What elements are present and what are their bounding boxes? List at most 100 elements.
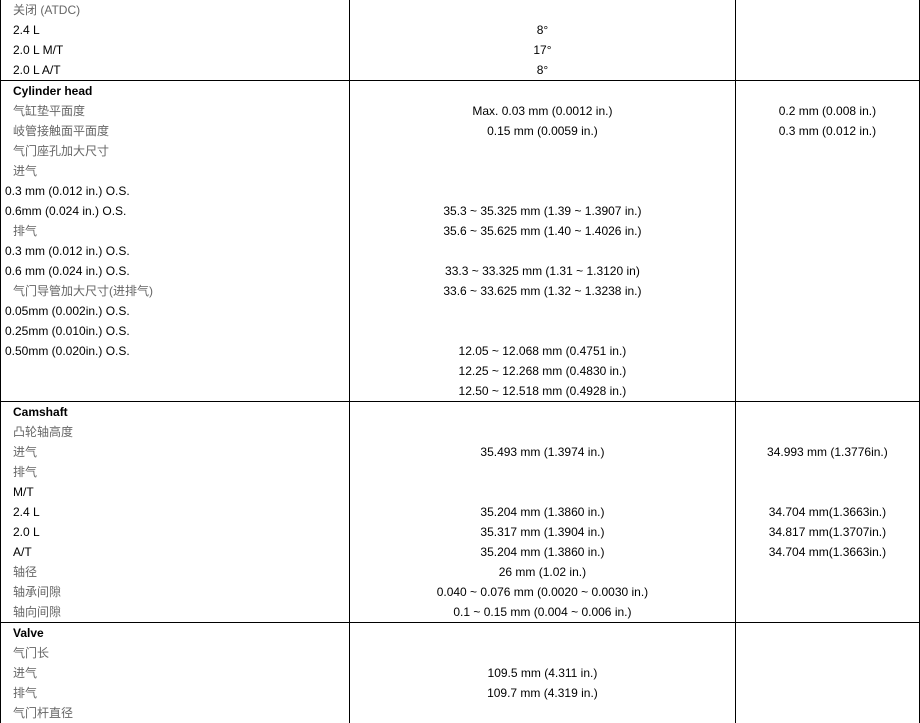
cell-text: 34.993 mm (1.3776in.) xyxy=(736,442,919,462)
cell-text xyxy=(736,20,919,40)
cell-text: 0.3 mm (0.012 in.) O.S. xyxy=(1,241,349,261)
cell-text xyxy=(350,402,735,422)
cell-text xyxy=(736,582,919,602)
cell-text: 气门杆直径 xyxy=(1,703,349,723)
cell-text xyxy=(736,81,919,101)
cell-text: 34.817 mm(1.3707in.) xyxy=(736,522,919,542)
table-section: Camshaft凸轮轴高度进气排气M/T2.4 L2.0 LA/T轴径轴承间隙轴… xyxy=(1,402,920,623)
cell-text: 35.493 mm (1.3974 in.) xyxy=(350,442,735,462)
cell-text xyxy=(350,703,735,723)
spec-table: 关闭 (ATDC)2.4 L2.0 L M/T2.0 L A/T 8°17°8°… xyxy=(0,0,920,723)
cell-text: 排气 xyxy=(1,462,349,482)
cell-text xyxy=(736,422,919,442)
cell-text: 8° xyxy=(350,60,735,80)
cell-text xyxy=(736,301,919,321)
cell-text: 34.704 mm(1.3663in.) xyxy=(736,542,919,562)
cell-text: 26 mm (1.02 in.) xyxy=(350,562,735,582)
cell-text: 轴向间隙 xyxy=(1,602,349,622)
cell-text: 0.6 mm (0.024 in.) O.S. xyxy=(1,261,349,281)
cell-text xyxy=(350,181,735,201)
table-section: Cylinder head气缸垫平面度岐管接触面平面度气门座孔加大尺寸进气0.3… xyxy=(1,81,920,402)
cell-text xyxy=(736,683,919,703)
cell-text xyxy=(736,462,919,482)
cell-text xyxy=(736,181,919,201)
cell-text xyxy=(736,321,919,341)
cell-text xyxy=(736,643,919,663)
cell-text: 35.6 ~ 35.625 mm (1.40 ~ 1.4026 in.) xyxy=(350,221,735,241)
cell-text xyxy=(736,663,919,683)
cell-text xyxy=(736,381,919,401)
cell-text xyxy=(350,422,735,442)
cell-text: 12.05 ~ 12.068 mm (0.4751 in.) xyxy=(350,341,735,361)
cell-text: 33.6 ~ 33.625 mm (1.32 ~ 1.3238 in.) xyxy=(350,281,735,301)
cell-text xyxy=(736,241,919,261)
cell-text: 气门长 xyxy=(1,643,349,663)
cell-text: 34.704 mm(1.3663in.) xyxy=(736,502,919,522)
cell-text: 凸轮轴高度 xyxy=(1,422,349,442)
cell-text: 进气 xyxy=(1,161,349,181)
cell-text xyxy=(350,141,735,161)
cell-text xyxy=(736,261,919,281)
cell-text: 35.317 mm (1.3904 in.) xyxy=(350,522,735,542)
cell-text: Camshaft xyxy=(1,402,349,422)
cell-text xyxy=(350,643,735,663)
cell-text xyxy=(350,81,735,101)
cell-text xyxy=(736,281,919,301)
cell-text xyxy=(350,241,735,261)
cell-text: 2.0 L xyxy=(1,522,349,542)
table-section: 关闭 (ATDC)2.4 L2.0 L M/T2.0 L A/T 8°17°8° xyxy=(1,0,920,81)
cell-text: M/T xyxy=(1,482,349,502)
cell-text: 0.2 mm (0.008 in.) xyxy=(736,101,919,121)
cell-text: Cylinder head xyxy=(1,81,349,101)
cell-text xyxy=(736,361,919,381)
cell-text xyxy=(1,381,349,401)
cell-text: 35.204 mm (1.3860 in.) xyxy=(350,502,735,522)
cell-text xyxy=(350,0,735,20)
cell-text: 0.3 mm (0.012 in.) xyxy=(736,121,919,141)
cell-text: 0.1 ~ 0.15 mm (0.004 ~ 0.006 in.) xyxy=(350,602,735,622)
cell-text: 0.05mm (0.002in.) O.S. xyxy=(1,301,349,321)
cell-text: 12.50 ~ 12.518 mm (0.4928 in.) xyxy=(350,381,735,401)
cell-text xyxy=(736,341,919,361)
cell-text xyxy=(350,623,735,643)
cell-text xyxy=(736,60,919,80)
table-section: Valve气门长进气排气气门杆直径 109.5 mm (4.311 in.)10… xyxy=(1,623,920,723)
cell-text: A/T xyxy=(1,542,349,562)
cell-text: 2.4 L xyxy=(1,502,349,522)
cell-text: 33.3 ~ 33.325 mm (1.31 ~ 1.3120 in) xyxy=(350,261,735,281)
cell-text: 岐管接触面平面度 xyxy=(1,121,349,141)
cell-text: 0.15 mm (0.0059 in.) xyxy=(350,121,735,141)
cell-text xyxy=(736,40,919,60)
cell-text: 进气 xyxy=(1,663,349,683)
cell-text: 气门导管加大尺寸(进排气) xyxy=(1,281,349,301)
cell-text xyxy=(736,562,919,582)
cell-text: Valve xyxy=(1,623,349,643)
cell-text: 109.5 mm (4.311 in.) xyxy=(350,663,735,683)
cell-text: 2.0 L A/T xyxy=(1,60,349,80)
cell-text: 17° xyxy=(350,40,735,60)
cell-text: 2.0 L M/T xyxy=(1,40,349,60)
cell-text xyxy=(350,161,735,181)
cell-text xyxy=(350,482,735,502)
cell-text xyxy=(1,361,349,381)
cell-text: 排气 xyxy=(1,221,349,241)
cell-text: 109.7 mm (4.319 in.) xyxy=(350,683,735,703)
cell-text: 关闭 (ATDC) xyxy=(1,0,349,20)
cell-text xyxy=(736,623,919,643)
cell-text: 进气 xyxy=(1,442,349,462)
cell-text: 轴承间隙 xyxy=(1,582,349,602)
cell-text: 35.204 mm (1.3860 in.) xyxy=(350,542,735,562)
cell-text xyxy=(736,0,919,20)
cell-text xyxy=(736,201,919,221)
cell-text xyxy=(350,462,735,482)
cell-text xyxy=(736,482,919,502)
cell-text xyxy=(350,301,735,321)
cell-text: 0.040 ~ 0.076 mm (0.0020 ~ 0.0030 in.) xyxy=(350,582,735,602)
cell-text: 12.25 ~ 12.268 mm (0.4830 in.) xyxy=(350,361,735,381)
cell-text xyxy=(736,161,919,181)
cell-text: 0.6mm (0.024 in.) O.S. xyxy=(1,201,349,221)
cell-text xyxy=(736,221,919,241)
cell-text: 35.3 ~ 35.325 mm (1.39 ~ 1.3907 in.) xyxy=(350,201,735,221)
cell-text: 8° xyxy=(350,20,735,40)
cell-text xyxy=(736,402,919,422)
